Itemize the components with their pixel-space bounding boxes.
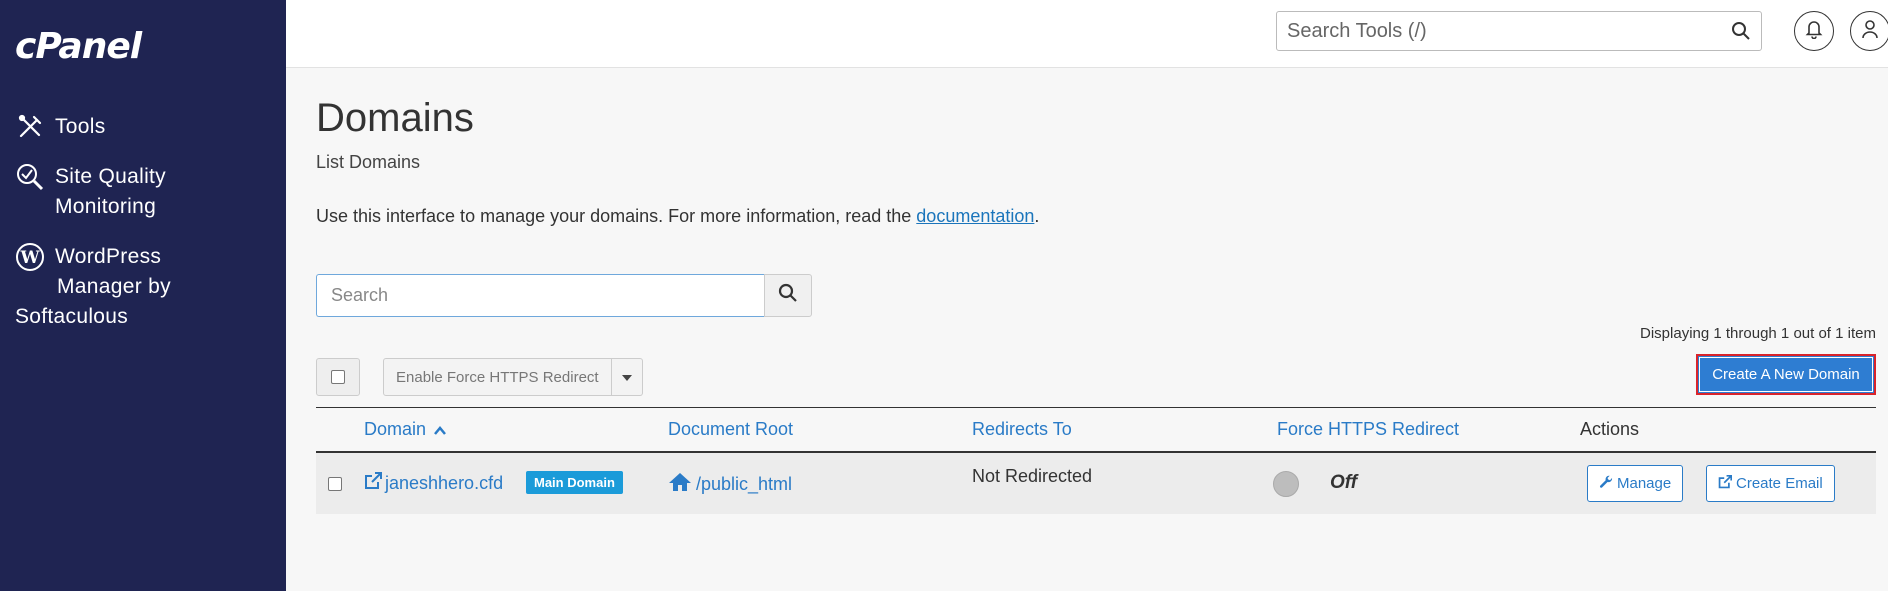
column-header-domain[interactable]: Domain — [364, 419, 447, 440]
page-title: Domains — [316, 96, 474, 140]
domain-name[interactable]: janeshhero.cfd — [385, 473, 503, 494]
domain-search — [316, 274, 812, 317]
sidebar-item-wordpress-manager[interactable]: W WordPress Manager by Softaculous — [15, 242, 171, 332]
bell-icon — [1805, 19, 1823, 44]
force-https-group: Enable Force HTTPS Redirect — [383, 358, 643, 396]
force-https-status: Off — [1330, 472, 1358, 493]
sidebar-item-label: Monitoring — [55, 195, 157, 218]
column-header-redirects-to[interactable]: Redirects To — [972, 419, 1072, 440]
column-header-label: Domain — [364, 419, 427, 439]
table-row: janeshhero.cfd Main Domain /public_html … — [316, 453, 1876, 514]
top-header — [286, 0, 1888, 68]
intro-body: Use this interface to manage your domain… — [316, 206, 917, 226]
intro-text: Use this interface to manage your domain… — [316, 206, 1039, 227]
document-root-path[interactable]: /public_html — [696, 474, 792, 495]
documentation-link[interactable]: documentation — [916, 206, 1034, 226]
home-icon — [668, 472, 692, 497]
external-link-icon — [1718, 474, 1736, 493]
create-email-button[interactable]: Create Email — [1706, 465, 1835, 502]
intro-end: . — [1034, 206, 1040, 226]
select-all-checkbox[interactable] — [331, 370, 345, 384]
sidebar-item-label: Site Quality — [55, 165, 166, 188]
user-menu-button[interactable] — [1850, 11, 1888, 51]
tools-icon — [15, 112, 45, 142]
wrench-icon — [1599, 475, 1617, 493]
sidebar-item-tools[interactable]: Tools — [15, 112, 106, 142]
sort-ascending-icon — [431, 419, 447, 439]
table-header: Domain Document Root Redirects To Force … — [316, 407, 1876, 453]
notifications-button[interactable] — [1794, 11, 1834, 51]
create-new-domain-button[interactable]: Create A New Domain — [1696, 354, 1876, 395]
select-all-wrapper — [316, 358, 360, 396]
sidebar-item-label: Manager by — [57, 275, 171, 298]
svg-text:W: W — [19, 248, 40, 268]
create-email-label: Create Email — [1736, 475, 1823, 492]
sidebar-item-label: WordPress — [55, 245, 162, 268]
external-link-icon — [364, 472, 382, 495]
sidebar: cPanel Tools Site Quality Monitoring W W… — [0, 0, 286, 591]
wordpress-icon: W — [15, 242, 45, 272]
page-subtitle: List Domains — [316, 152, 421, 172]
search-tools — [1276, 11, 1762, 51]
domain-link[interactable]: janeshhero.cfd — [364, 472, 503, 495]
domain-search-button[interactable] — [764, 274, 812, 317]
pagination-info: Displaying 1 through 1 out of 1 item — [1640, 325, 1876, 342]
site-quality-icon — [15, 162, 45, 192]
enable-force-https-button[interactable]: Enable Force HTTPS Redirect — [383, 358, 612, 396]
document-root-link[interactable]: /public_html — [668, 472, 792, 497]
manage-label: Manage — [1617, 475, 1672, 492]
main-domain-badge: Main Domain — [526, 471, 623, 494]
redirects-to-value: Not Redirected — [972, 466, 1093, 486]
column-header-force-https[interactable]: Force HTTPS Redirect — [1277, 419, 1459, 440]
domains-table: Domain Document Root Redirects To Force … — [316, 407, 1876, 514]
sidebar-item-site-quality-monitoring[interactable]: Site Quality Monitoring — [15, 162, 166, 222]
user-icon — [1861, 19, 1879, 44]
search-tools-input[interactable] — [1277, 12, 1707, 50]
search-icon[interactable] — [1731, 21, 1751, 46]
caret-down-icon — [621, 368, 632, 386]
domain-search-input[interactable] — [316, 274, 764, 317]
sidebar-item-label: Tools — [55, 115, 106, 138]
column-header-document-root[interactable]: Document Root — [668, 419, 793, 440]
cpanel-logo[interactable]: cPanel — [15, 26, 142, 67]
column-header-actions: Actions — [1580, 419, 1640, 439]
search-icon — [778, 283, 798, 308]
sidebar-item-label: Softaculous — [15, 305, 129, 328]
toggle-knob — [1273, 471, 1299, 497]
manage-button[interactable]: Manage — [1587, 465, 1684, 502]
force-https-dropdown-toggle[interactable] — [611, 358, 643, 396]
row-checkbox[interactable] — [328, 477, 342, 491]
